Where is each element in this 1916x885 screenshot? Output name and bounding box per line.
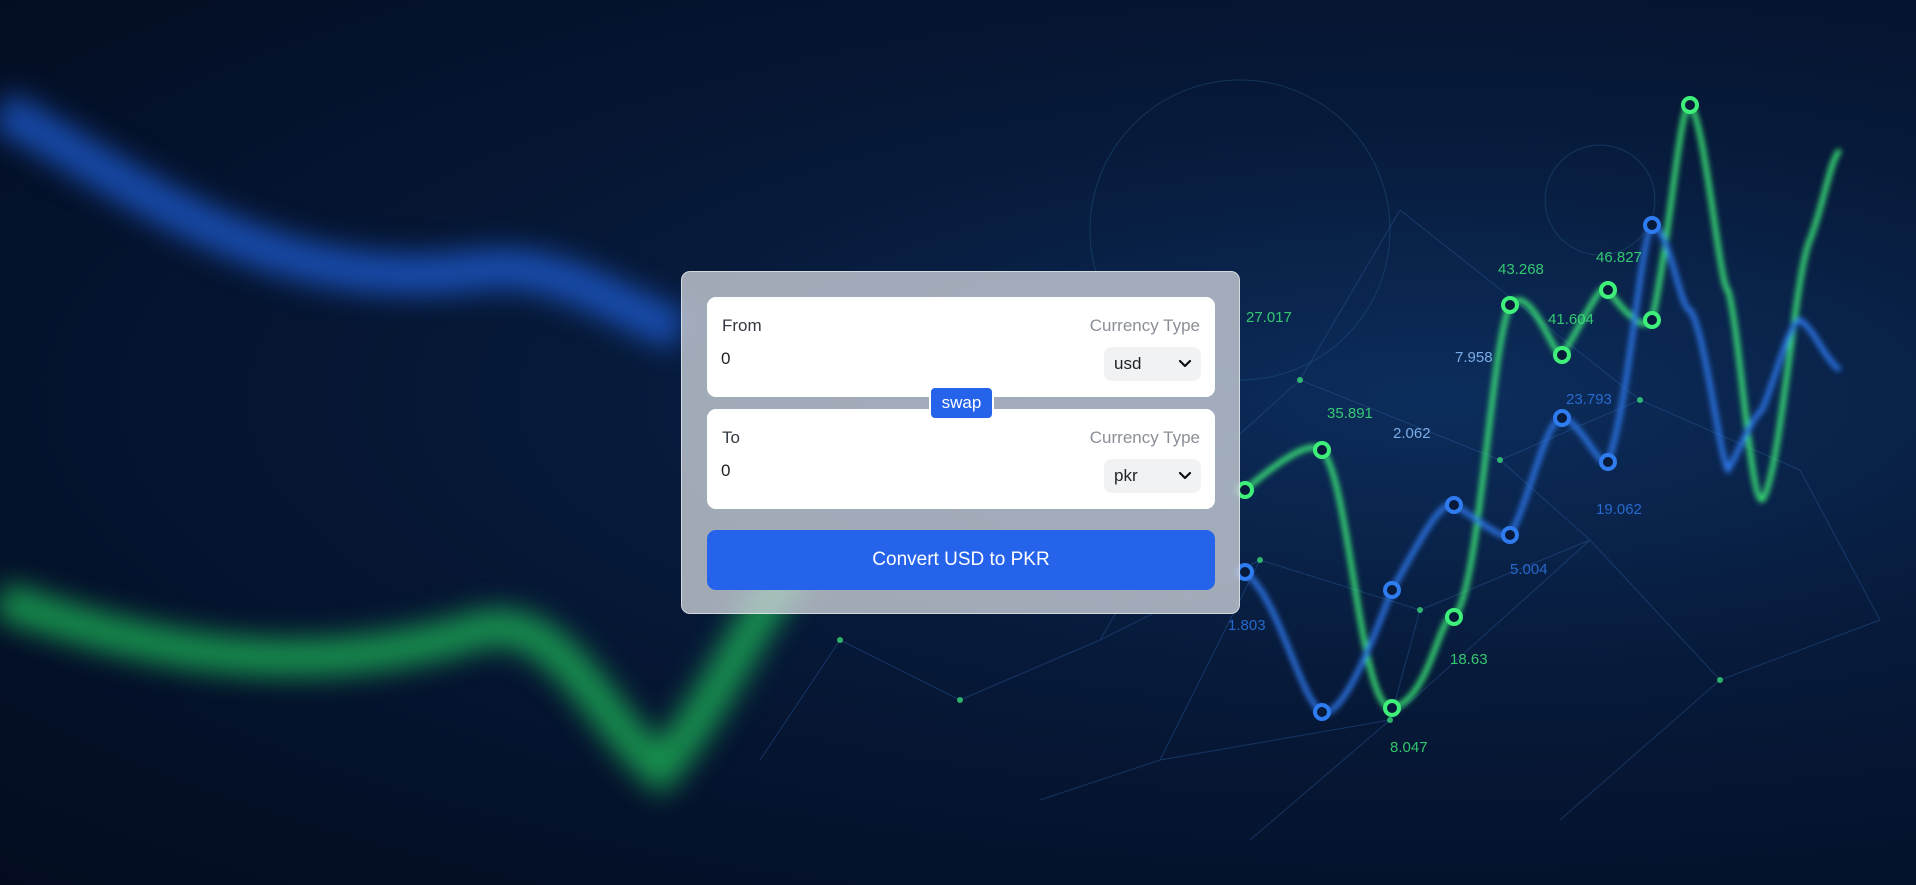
converter-card: From Currency Type usd To Currency Type …	[681, 271, 1240, 614]
from-currency-value: usd	[1114, 354, 1142, 373]
bg-label: 23.793	[1566, 391, 1612, 408]
chevron-down-icon	[1178, 471, 1192, 480]
bg-label: 41.604	[1548, 311, 1594, 328]
convert-button[interactable]: Convert USD to PKR	[707, 530, 1215, 590]
from-label: From	[722, 316, 762, 335]
bg-label: 46.827	[1596, 249, 1642, 266]
from-currency-select[interactable]: usd	[1104, 347, 1201, 381]
bg-label: 35.891	[1327, 405, 1373, 422]
chevron-down-icon	[1178, 359, 1192, 368]
to-currency-select[interactable]: pkr	[1104, 459, 1201, 493]
to-label: To	[722, 428, 740, 447]
from-currency-type-label: Currency Type	[1089, 316, 1200, 335]
to-currency-type-label: Currency Type	[1089, 428, 1200, 447]
bg-label: 19.062	[1596, 501, 1642, 518]
bg-label: 27.017	[1246, 309, 1292, 326]
swap-button[interactable]: swap	[929, 386, 994, 420]
bg-label: 5.004	[1510, 561, 1548, 578]
bg-label: 8.047	[1390, 739, 1428, 756]
to-amount-input[interactable]	[721, 457, 1021, 485]
bg-label: 1.803	[1228, 617, 1266, 634]
from-amount-input[interactable]	[721, 345, 1021, 373]
to-currency-value: pkr	[1114, 466, 1138, 485]
bg-label: 43.268	[1498, 261, 1544, 278]
from-panel: From Currency Type usd	[707, 297, 1215, 397]
bg-label: 7.958	[1455, 349, 1493, 366]
bg-label: 2.062	[1393, 425, 1431, 442]
to-panel: To Currency Type pkr	[707, 409, 1215, 509]
bg-label: 18.63	[1450, 651, 1488, 668]
app-screen: 35.891 27.017 2.062 7.958 43.268 41.604 …	[0, 0, 1916, 885]
